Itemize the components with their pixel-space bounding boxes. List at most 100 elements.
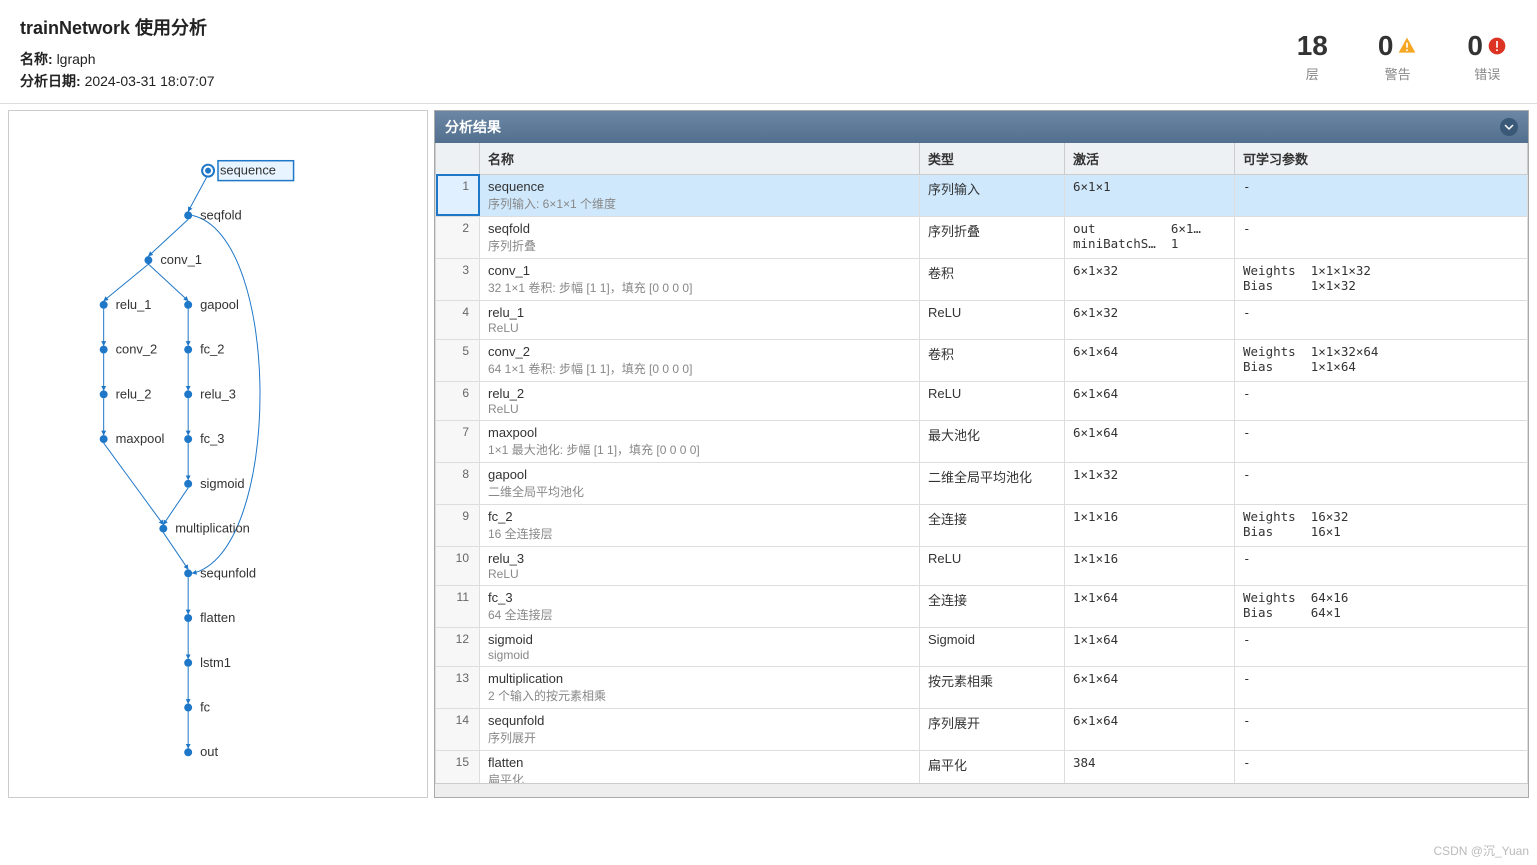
results-panel: 分析结果 名称 类型 激活 可学习参数 1sequence序列输入: 6×1×1… (434, 110, 1529, 798)
graph-node-relu_2[interactable]: relu_2 (100, 386, 152, 401)
row-name-cell: gapool二维全局平均池化 (480, 462, 920, 504)
table-header-row: 名称 类型 激活 可学习参数 (436, 143, 1528, 175)
layer-name: fc_2 (488, 509, 911, 524)
row-params: - (1235, 627, 1528, 666)
table-row[interactable]: 1sequence序列输入: 6×1×1 个维度序列输入6×1×1- (436, 174, 1528, 216)
table-row[interactable]: 2seqfold序列折叠序列折叠out 6×1… miniBatchS… 1- (436, 216, 1528, 258)
results-table-wrap[interactable]: 名称 类型 激活 可学习参数 1sequence序列输入: 6×1×1 个维度序… (435, 143, 1528, 783)
graph-node-seqfold[interactable]: seqfold (184, 207, 242, 222)
graph-node-maxpool[interactable]: maxpool (100, 431, 165, 446)
table-row[interactable]: 9fc_216 全连接层全连接1×1×16Weights 16×32 Bias … (436, 504, 1528, 546)
svg-text:conv_1: conv_1 (160, 252, 202, 267)
stat-warnings-value: 0 (1378, 30, 1394, 62)
table-row[interactable]: 12sigmoidsigmoidSigmoid1×1×64- (436, 627, 1528, 666)
layer-description: 2 个输入的按元素相乘 (488, 687, 911, 704)
row-name-cell: flatten扁平化 (480, 750, 920, 783)
table-row[interactable]: 11fc_364 全连接层全连接1×1×64Weights 64×16 Bias… (436, 585, 1528, 627)
date-label: 分析日期: (20, 73, 81, 89)
col-header-name[interactable]: 名称 (480, 143, 920, 175)
row-type: 卷积 (920, 339, 1065, 381)
layer-name: relu_1 (488, 305, 911, 320)
layer-name: seqfold (488, 221, 911, 236)
row-index: 12 (436, 627, 480, 666)
graph-node-flatten[interactable]: flatten (184, 610, 235, 625)
svg-text:fc_3: fc_3 (200, 431, 224, 446)
layer-description: 32 1×1 卷积: 步幅 [1 1]，填充 [0 0 0 0] (488, 279, 911, 296)
layer-description: 二维全局平均池化 (488, 483, 911, 500)
graph-node-multiplication[interactable]: multiplication (159, 520, 250, 535)
layer-description: ReLU (488, 402, 911, 416)
row-params: Weights 1×1×32×64 Bias 1×1×64 (1235, 339, 1528, 381)
network-graph[interactable]: sequenceseqfoldconv_1relu_1gapoolconv_2f… (9, 111, 427, 797)
layer-name: conv_2 (488, 344, 911, 359)
svg-text:lstm1: lstm1 (200, 655, 231, 670)
row-index: 14 (436, 708, 480, 750)
svg-text:sequnfold: sequnfold (200, 565, 256, 580)
graph-panel[interactable]: sequenceseqfoldconv_1relu_1gapoolconv_2f… (8, 110, 428, 798)
layer-name: relu_2 (488, 386, 911, 401)
col-header-activation[interactable]: 激活 (1065, 143, 1235, 175)
row-index: 6 (436, 381, 480, 420)
collapse-button[interactable] (1500, 118, 1518, 136)
row-params: - (1235, 381, 1528, 420)
graph-node-sequence[interactable]: sequence (202, 160, 293, 180)
layer-name: sequnfold (488, 713, 911, 728)
stat-errors-label: 错误 (1467, 64, 1507, 83)
row-params: - (1235, 216, 1528, 258)
graph-node-sigmoid[interactable]: sigmoid (184, 476, 244, 491)
row-activation: 1×1×32 (1065, 462, 1235, 504)
svg-text:conv_2: conv_2 (116, 341, 158, 356)
graph-node-lstm1[interactable]: lstm1 (184, 655, 231, 670)
table-row[interactable]: 5conv_264 1×1 卷积: 步幅 [1 1]，填充 [0 0 0 0]卷… (436, 339, 1528, 381)
row-activation: 6×1×64 (1065, 339, 1235, 381)
graph-node-out[interactable]: out (184, 744, 218, 759)
table-row[interactable]: 6relu_2ReLUReLU 6×1×64- (436, 381, 1528, 420)
table-row[interactable]: 3conv_132 1×1 卷积: 步幅 [1 1]，填充 [0 0 0 0]卷… (436, 258, 1528, 300)
layer-name: gapool (488, 467, 911, 482)
row-activation: 6×1×32 (1065, 300, 1235, 339)
graph-node-relu_3[interactable]: relu_3 (184, 386, 236, 401)
graph-node-fc_2[interactable]: fc_2 (184, 341, 224, 356)
table-row[interactable]: 8gapool二维全局平均池化二维全局平均池化1×1×32- (436, 462, 1528, 504)
svg-text:flatten: flatten (200, 610, 235, 625)
row-type: 序列展开 (920, 708, 1065, 750)
row-name-cell: multiplication2 个输入的按元素相乘 (480, 666, 920, 708)
graph-node-conv_1[interactable]: conv_1 (144, 252, 202, 267)
graph-node-gapool[interactable]: gapool (184, 297, 239, 312)
col-header-type[interactable]: 类型 (920, 143, 1065, 175)
layer-description: 64 1×1 卷积: 步幅 [1 1]，填充 [0 0 0 0] (488, 360, 911, 377)
horizontal-scrollbar[interactable] (435, 783, 1528, 797)
row-params: Weights 64×16 Bias 64×1 (1235, 585, 1528, 627)
row-params: - (1235, 750, 1528, 783)
chevron-down-icon (1504, 122, 1514, 132)
table-row[interactable]: 4relu_1ReLUReLU6×1×32- (436, 300, 1528, 339)
row-type: 扁平化 (920, 750, 1065, 783)
row-index: 10 (436, 546, 480, 585)
row-type: 卷积 (920, 258, 1065, 300)
svg-text:seqfold: seqfold (200, 207, 242, 222)
table-row[interactable]: 14sequnfold序列展开序列展开6×1×64- (436, 708, 1528, 750)
row-activation: 6×1×32 (1065, 258, 1235, 300)
stat-warnings-label: 警告 (1378, 64, 1418, 83)
table-row[interactable]: 13multiplication2 个输入的按元素相乘按元素相乘6×1×64- (436, 666, 1528, 708)
row-params: Weights 16×32 Bias 16×1 (1235, 504, 1528, 546)
row-name-cell: seqfold序列折叠 (480, 216, 920, 258)
row-name-cell: conv_264 1×1 卷积: 步幅 [1 1]，填充 [0 0 0 0] (480, 339, 920, 381)
row-name-cell: relu_2ReLU (480, 381, 920, 420)
col-header-idx[interactable] (436, 143, 480, 175)
table-row[interactable]: 10relu_3ReLUReLU1×1×16- (436, 546, 1528, 585)
row-activation: 6×1×64 (1065, 381, 1235, 420)
col-header-learnable[interactable]: 可学习参数 (1235, 143, 1528, 175)
svg-text:maxpool: maxpool (116, 431, 165, 446)
row-name-cell: relu_1ReLU (480, 300, 920, 339)
row-type: 二维全局平均池化 (920, 462, 1065, 504)
layer-name: relu_3 (488, 551, 911, 566)
table-row[interactable]: 7maxpool1×1 最大池化: 步幅 [1 1]，填充 [0 0 0 0]最… (436, 420, 1528, 462)
graph-node-fc_3[interactable]: fc_3 (184, 431, 224, 446)
table-row[interactable]: 15flatten扁平化扁平化384- (436, 750, 1528, 783)
row-index: 13 (436, 666, 480, 708)
row-activation: 1×1×64 (1065, 627, 1235, 666)
graph-node-conv_2[interactable]: conv_2 (100, 341, 158, 356)
stat-layers: 18 层 (1297, 30, 1328, 83)
graph-node-relu_1[interactable]: relu_1 (100, 297, 152, 312)
